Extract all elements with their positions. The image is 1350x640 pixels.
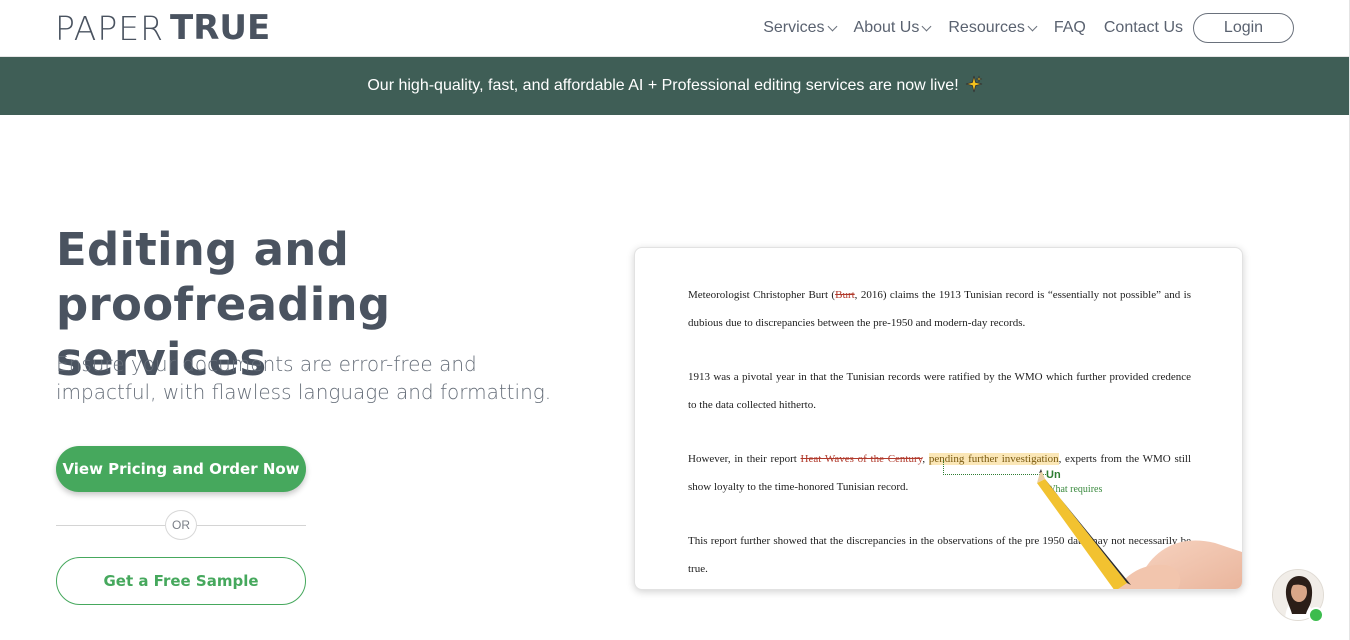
doc-paragraph-2: 1913 was a pivotal year in that the Tuni… [688, 371, 1191, 411]
or-label: OR [165, 510, 197, 540]
nav-faq[interactable]: FAQ [1054, 19, 1086, 37]
nav-contact-us[interactable]: Contact Us [1104, 19, 1183, 37]
or-divider: OR [56, 510, 306, 540]
doc-p1-strike: Burt [835, 289, 855, 301]
chevron-down-icon [827, 21, 837, 31]
view-pricing-button[interactable]: View Pricing and Order Now [56, 446, 306, 492]
online-status-indicator [1308, 607, 1324, 623]
announcement-banner: Our high-quality, fast, and affordable A… [0, 57, 1350, 115]
logo-true-text: TRUE [170, 8, 271, 48]
main-nav: Services About Us Resources FAQ Contact … [745, 13, 1294, 43]
edited-document-preview: Meteorologist Christopher Burt (Burt, 20… [634, 247, 1243, 590]
nav-services-label: Services [763, 19, 825, 36]
or-line-right [197, 525, 306, 526]
annotation-leader-vertical [943, 460, 944, 475]
logo-paper-text: PAPER [55, 8, 165, 48]
papertrue-logo[interactable]: PAPER TRUE [55, 8, 271, 48]
sparkles-icon [965, 75, 983, 98]
nav-resources-label: Resources [948, 19, 1025, 36]
doc-paragraph-1: Meteorologist Christopher Burt (Burt, 20… [688, 281, 1191, 337]
doc-p3-text-a: However, in their report [688, 453, 801, 465]
chevron-down-icon [921, 21, 932, 31]
nav-contact-us-label: Contact Us [1103, 19, 1183, 36]
chevron-down-icon [1027, 21, 1038, 31]
hero-subtitle-line1: Ensure your documents are error-free and [56, 352, 477, 376]
doc-p3-text-b: , [922, 453, 929, 465]
login-button[interactable]: Login [1193, 13, 1294, 43]
site-header: PAPER TRUE Services About Us Resources F… [0, 0, 1350, 57]
banner-text: Our high-quality, fast, and affordable A… [367, 77, 959, 94]
hero-title-line1: Editing and [56, 223, 350, 276]
nav-about-us[interactable]: About Us [853, 19, 932, 37]
doc-p1-text-a: Meteorologist Christopher Burt ( [688, 289, 836, 301]
free-sample-button[interactable]: Get a Free Sample [56, 557, 306, 605]
hero-subtitle: Ensure your documents are error-free and… [56, 350, 556, 406]
doc-p3-strike: Heat Waves of the Century [800, 453, 923, 465]
nav-services[interactable]: Services [763, 19, 837, 37]
pencil-hand-icon [1037, 469, 1242, 589]
nav-about-us-label: About Us [853, 19, 920, 36]
hero-subtitle-line2: impactful, with flawless language and fo… [56, 380, 552, 404]
nav-resources[interactable]: Resources [948, 19, 1038, 37]
or-line-left [56, 525, 165, 526]
nav-faq-label: FAQ [1053, 19, 1086, 36]
